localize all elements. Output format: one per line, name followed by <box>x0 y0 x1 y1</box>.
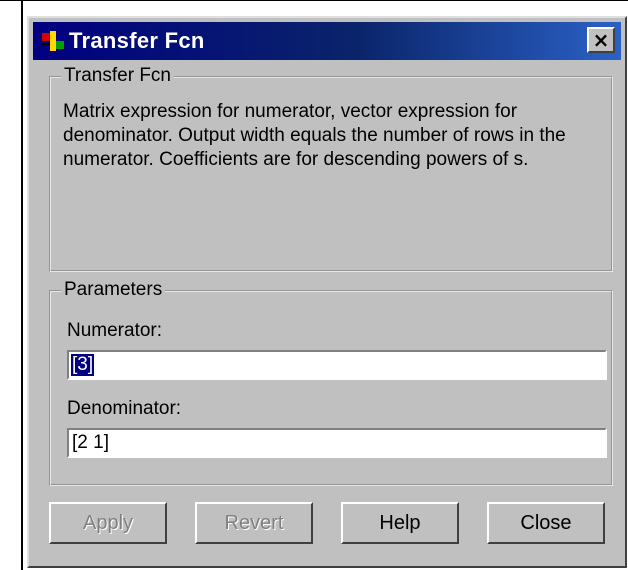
close-window-button[interactable]: × <box>587 27 615 53</box>
denominator-value: [2 1] <box>72 432 109 453</box>
block-description-text: Matrix expression for numerator, vector … <box>63 101 566 170</box>
numerator-field[interactable]: [3] <box>67 350 607 380</box>
simulink-block-icon <box>41 31 64 51</box>
apply-button[interactable]: Apply <box>49 502 167 544</box>
description-group: Transfer Fcn Matrix expression for numer… <box>49 65 613 272</box>
block-parameters-dialog: Transfer Fcn × Transfer Fcn Matrix expre… <box>27 16 627 568</box>
window-title: Transfer Fcn <box>69 28 205 53</box>
numerator-label: Numerator: <box>67 320 163 341</box>
outer-frame-top-line <box>0 0 628 1</box>
denominator-label: Denominator: <box>67 398 182 419</box>
outer-frame-left-line <box>21 0 23 570</box>
close-button[interactable]: Close <box>487 502 605 544</box>
parameters-group: Parameters Numerator: [3] Denominator: [… <box>49 279 613 486</box>
help-button[interactable]: Help <box>341 502 459 544</box>
title-bar[interactable]: Transfer Fcn × <box>33 22 621 60</box>
revert-button[interactable]: Revert <box>195 502 313 544</box>
denominator-field[interactable]: [2 1] <box>67 428 607 458</box>
parameters-group-legend: Parameters <box>61 279 166 301</box>
description-group-legend: Transfer Fcn <box>61 65 174 87</box>
close-icon: × <box>592 28 610 52</box>
numerator-value: [3] <box>71 354 95 376</box>
